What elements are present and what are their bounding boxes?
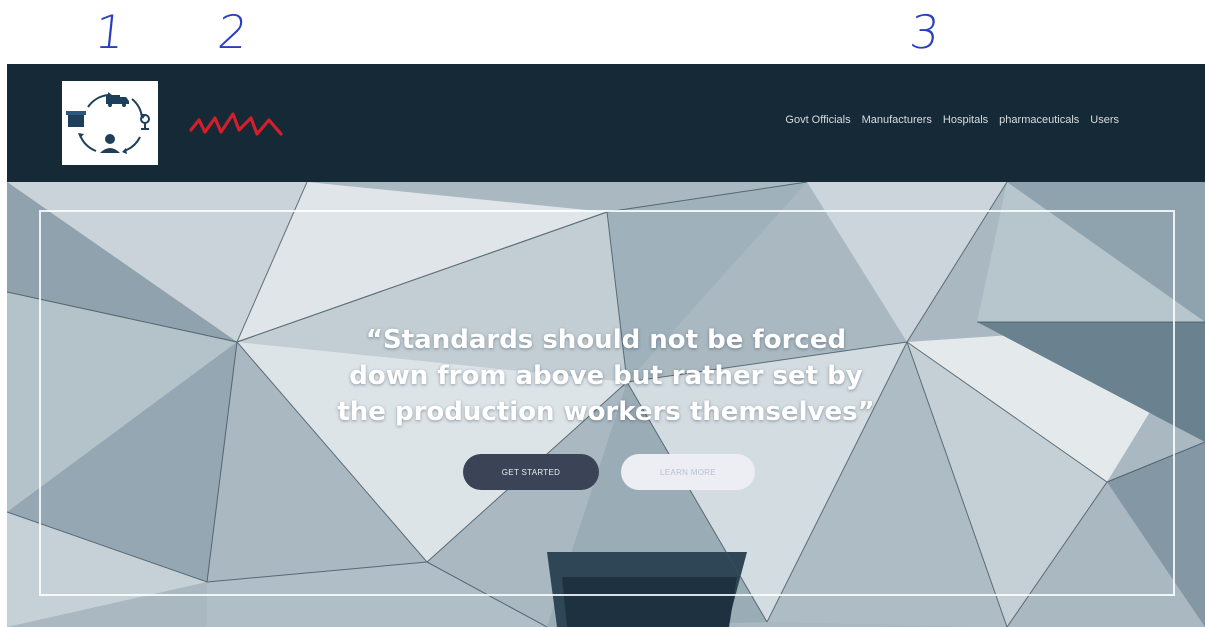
- get-started-button[interactable]: GET STARTED: [463, 454, 599, 490]
- supply-chain-logo-icon[interactable]: [62, 81, 158, 165]
- annotation-2: 2: [215, 5, 251, 59]
- nav-links: Govt Officials Manufacturers Hospitals p…: [785, 114, 1119, 126]
- top-navbar: Govt Officials Manufacturers Hospitals p…: [7, 64, 1205, 182]
- nav-link-hospitals[interactable]: Hospitals: [943, 114, 988, 126]
- learn-more-button[interactable]: LEARN MORE: [621, 454, 755, 490]
- hero-quote: “Standards should not be forced down fro…: [337, 325, 875, 427]
- nav-link-users[interactable]: Users: [1090, 114, 1119, 126]
- nav-link-manufacturers[interactable]: Manufacturers: [862, 114, 932, 126]
- annotation-1: 1: [92, 5, 128, 59]
- signature-graphic: [189, 112, 283, 136]
- nav-link-govt-officials[interactable]: Govt Officials: [785, 114, 850, 126]
- annotation-3: 3: [907, 5, 943, 59]
- red-scribble-signature: [187, 104, 287, 144]
- logo-graphic: [66, 92, 150, 154]
- nav-link-pharmaceuticals[interactable]: pharmaceuticals: [999, 114, 1079, 126]
- handwritten-annotations: 1 2 3: [0, 0, 1205, 64]
- hero-section: “Standards should not be forced down fro…: [7, 182, 1205, 627]
